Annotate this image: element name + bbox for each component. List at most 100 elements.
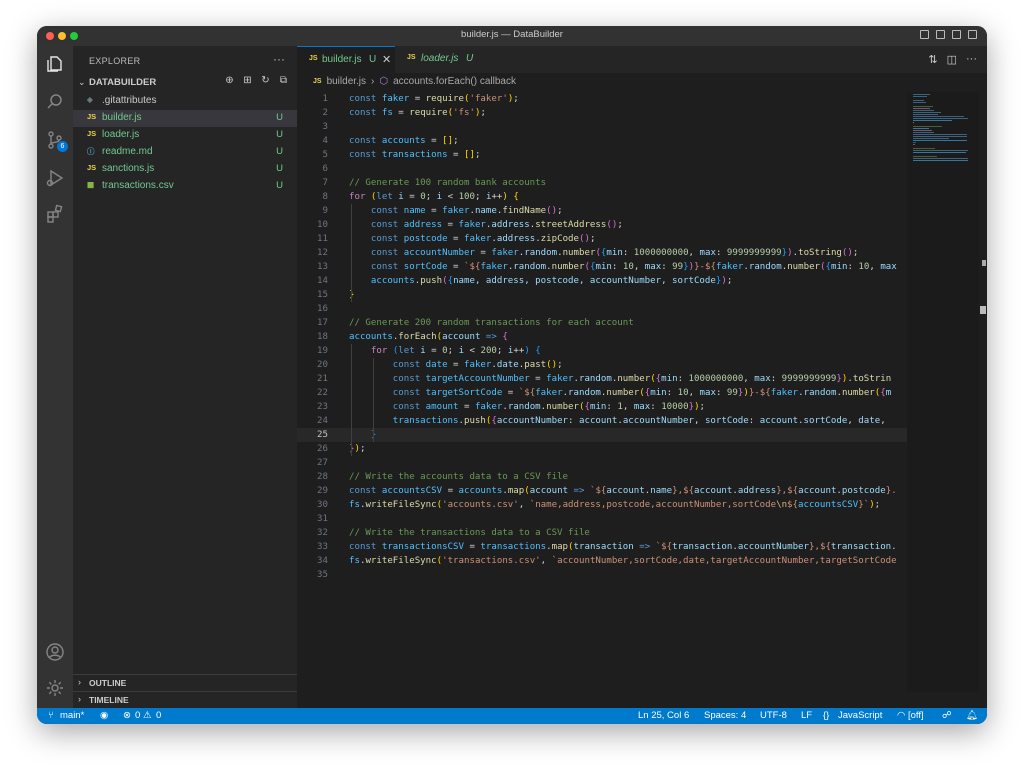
code-line[interactable]: 22 const targetSortCode = `${faker.rando… xyxy=(297,386,907,400)
code-line[interactable]: 17 // Generate 200 random transactions fo… xyxy=(297,316,907,330)
code-line[interactable]: 20 const date = faker.date.past(); xyxy=(297,358,907,372)
code-line[interactable]: 1 const faker = require('faker'); xyxy=(297,92,907,106)
customize-layout-icon[interactable] xyxy=(968,30,977,39)
accounts-icon[interactable] xyxy=(45,642,65,662)
code-line[interactable]: 32 // Write the transactions data to a CS… xyxy=(297,526,907,540)
file-item[interactable]: ▦ transactions.csv U xyxy=(73,178,297,195)
code-line[interactable]: 3 xyxy=(297,120,907,134)
live-share-icon[interactable]: ◉ xyxy=(100,710,108,721)
more-actions-icon[interactable]: ··· xyxy=(966,53,977,66)
language-mode[interactable]: JavaScript xyxy=(838,710,882,721)
tab-loader-js[interactable]: JS loader.js U xyxy=(395,46,487,73)
code-token: },${ xyxy=(809,542,831,552)
code-token: `${ xyxy=(464,262,481,272)
explorer-sidebar: EXPLORER ··· ⌄ DATABUILDER ⊕ ⊞ ↻ ⧉ ◈ .git… xyxy=(73,46,297,708)
code-line[interactable]: 23 const amount = faker.random.number({m… xyxy=(297,400,907,414)
chevron-down-icon[interactable]: ⌄ xyxy=(78,77,86,88)
close-icon[interactable]: ✕ xyxy=(382,53,391,66)
run-debug-icon[interactable] xyxy=(45,168,65,188)
code-line[interactable]: 18 accounts.forEach(account => { xyxy=(297,330,907,344)
code-line[interactable]: 7 // Generate 100 random bank accounts xyxy=(297,176,907,190)
code-token: m xyxy=(885,388,892,398)
minimap[interactable] xyxy=(907,92,979,692)
compare-changes-icon[interactable]: ⇅ xyxy=(928,53,937,66)
file-item[interactable]: JS sanctions.js U xyxy=(73,161,297,178)
collapse-all-icon[interactable]: ⧉ xyxy=(278,75,289,86)
more-actions-icon[interactable]: ··· xyxy=(273,52,285,66)
code-line[interactable]: 11 const postcode = faker.address.zipCod… xyxy=(297,232,907,246)
code-line[interactable]: 31 xyxy=(297,512,907,526)
breadcrumb-file[interactable]: builder.js xyxy=(327,76,366,87)
code-line[interactable]: 2 const fs = require('fs'); xyxy=(297,106,907,120)
code-token: name xyxy=(650,486,673,496)
code-line[interactable]: 5 const transactions = []; xyxy=(297,148,907,162)
chevron-right-icon: › xyxy=(78,694,81,704)
indentation[interactable]: Spaces: 4 xyxy=(704,710,746,721)
code-token: 'accounts.csv' xyxy=(442,500,519,510)
source-control-icon[interactable]: 6 xyxy=(45,130,68,152)
file-item[interactable]: ◈ .gitattributes xyxy=(73,93,297,110)
code-editor[interactable]: 1 const faker = require('faker'); 2 const f… xyxy=(297,92,907,652)
scrollbar-thumb[interactable] xyxy=(982,260,986,266)
file-item[interactable]: JS builder.js U xyxy=(73,110,297,127)
code-line[interactable]: 24 transactions.push({accountNumber: acc… xyxy=(297,414,907,428)
warning-count[interactable]: 0 xyxy=(156,710,161,721)
code-line[interactable]: 9 const name = faker.name.findName(); xyxy=(297,204,907,218)
breadcrumb-symbol[interactable]: accounts.forEach() callback xyxy=(393,76,516,87)
minimap-line xyxy=(913,144,915,145)
code-line[interactable]: 21 const targetAccountNumber = faker.ran… xyxy=(297,372,907,386)
code-line[interactable]: 10 const address = faker.address.streetA… xyxy=(297,218,907,232)
extensions-icon[interactable] xyxy=(45,204,65,224)
code-line[interactable]: 27 xyxy=(297,456,907,470)
file-item[interactable]: ⓘ readme.md U xyxy=(73,144,297,161)
code-line[interactable]: 30 fs.writeFileSync('accounts.csv', `name… xyxy=(297,498,907,512)
tab-builder-js[interactable]: JS builder.js U ✕ xyxy=(297,46,395,73)
code-token: 99 xyxy=(672,262,684,272)
branch-name[interactable]: main* xyxy=(60,710,84,721)
cursor-position[interactable]: Ln 25, Col 6 xyxy=(638,710,689,721)
file-item[interactable]: JS loader.js U xyxy=(73,127,297,144)
file-name: transactions.csv xyxy=(102,180,174,191)
toggle-secondary-sidebar-icon[interactable] xyxy=(952,30,961,39)
line-number: 18 xyxy=(317,332,328,342)
code-text: const postcode = faker.address.zipCode()… xyxy=(349,232,596,246)
copilot-status[interactable]: [off] xyxy=(908,710,924,721)
workspace-folder[interactable]: ⌄ DATABUILDER ⊕ ⊞ ↻ ⧉ xyxy=(73,75,297,91)
code-line[interactable]: 25 } xyxy=(297,428,907,442)
code-line[interactable]: 13 const sortCode = `${faker.random.numb… xyxy=(297,260,907,274)
code-line[interactable]: 28 // Write the accounts data to a CSV fi… xyxy=(297,470,907,484)
code-line[interactable]: 6 xyxy=(297,162,907,176)
code-line[interactable]: 14 accounts.push({name, address, postcod… xyxy=(297,274,907,288)
line-ending[interactable]: LF xyxy=(801,710,812,721)
code-line[interactable]: 12 const accountNumber = faker.random.nu… xyxy=(297,246,907,260)
new-file-icon[interactable]: ⊕ xyxy=(224,75,235,86)
code-line[interactable]: 15} xyxy=(297,288,907,302)
code-token: ; xyxy=(447,346,459,356)
code-line[interactable]: 33 const transactionsCSV = transactions.m… xyxy=(297,540,907,554)
settings-gear-icon[interactable] xyxy=(45,678,65,698)
split-editor-icon[interactable]: ◫ xyxy=(947,53,957,66)
code-line[interactable]: 19 for (let i = 0; i < 200; i++) { xyxy=(297,344,907,358)
code-line[interactable]: 26}); xyxy=(297,442,907,456)
new-folder-icon[interactable]: ⊞ xyxy=(242,75,253,86)
outline-section[interactable]: › OUTLINE xyxy=(73,674,297,691)
code-token: sortCode xyxy=(803,416,848,426)
notifications-bell-icon[interactable]: 🔔︎ xyxy=(966,710,978,721)
code-line[interactable]: 16 xyxy=(297,302,907,316)
error-count[interactable]: 0 xyxy=(135,710,140,721)
line-number: 4 xyxy=(322,136,328,146)
code-line[interactable]: 29 const accountsCSV = accounts.map(accou… xyxy=(297,484,907,498)
encoding[interactable]: UTF-8 xyxy=(760,710,787,721)
toggle-sidebar-icon[interactable] xyxy=(920,30,929,39)
code-line[interactable]: 34 fs.writeFileSync('transactions.csv', `… xyxy=(297,554,907,568)
timeline-section[interactable]: › TIMELINE xyxy=(73,691,297,708)
code-line[interactable]: 8 for (let i = 0; i < 100; i++) { xyxy=(297,190,907,204)
explorer-icon[interactable] xyxy=(45,54,65,74)
refresh-icon[interactable]: ↻ xyxy=(260,75,271,86)
search-icon[interactable] xyxy=(45,92,65,112)
feedback-icon[interactable]: ☍ xyxy=(942,710,952,721)
code-line[interactable]: 4 const accounts = []; xyxy=(297,134,907,148)
minimap-line xyxy=(913,114,938,115)
code-line[interactable]: 35 xyxy=(297,568,907,582)
toggle-panel-icon[interactable] xyxy=(936,30,945,39)
